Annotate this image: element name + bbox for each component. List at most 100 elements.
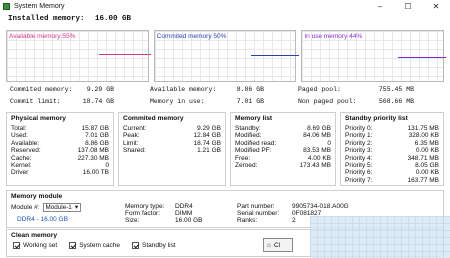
installed-memory-label: Installed memory: xyxy=(8,15,85,23)
memory-module-title: Memory module xyxy=(11,193,63,200)
stat-in-use-value: 7.01 GB xyxy=(236,98,264,105)
standby-row: Priority 0: 131.75 MB xyxy=(345,125,439,132)
memory-graphs: Available memory 55% Commited memory 50%… xyxy=(6,30,447,82)
broom-icon: ⌂ xyxy=(267,241,271,249)
standby-list-label: Standby list xyxy=(142,242,176,249)
size-value: 16.00 GB xyxy=(175,217,203,224)
stat-paged-pool-value: 755.45 MB xyxy=(378,86,414,93)
standby-priority-title: Standby priority list xyxy=(345,115,408,122)
stat-non-paged-pool-label: Non paged pool: xyxy=(298,98,357,105)
standby-row-value: 6.35 MB xyxy=(414,139,439,147)
close-button[interactable]: ✕ xyxy=(422,0,450,12)
standby-row-value: 131.75 MB xyxy=(407,125,439,132)
standby-row-value: 163.77 MB xyxy=(407,176,439,184)
physical-row: Cache: 227.30 MB xyxy=(11,155,109,162)
commited-row-label: Limit: xyxy=(123,139,139,147)
commited-row-label: Shared: xyxy=(123,147,146,155)
installed-memory: Installed memory: 16.00 GB xyxy=(8,15,131,23)
standby-row-value: 328.00 KB xyxy=(408,132,439,140)
memlist-row-label: Free: xyxy=(235,154,251,162)
physical-memory-panel: Physical memory Total: 15.87 GB Used: 7.01 … xyxy=(6,112,114,186)
module-select[interactable]: Module-1 ▾ xyxy=(42,203,81,212)
stat-available-value: 8.86 GB xyxy=(236,86,264,93)
standby-row-value: 348.71 MB xyxy=(407,154,439,162)
physical-row-value: 16.00 TB xyxy=(82,169,109,177)
memlist-row: Modified: 84.06 MB xyxy=(235,132,331,139)
graph-label-available: Available memory 55% xyxy=(9,33,76,40)
standby-row-label: Priority 7: xyxy=(345,176,373,184)
ranks-label: Ranks: xyxy=(237,217,258,224)
physical-row: Available: 8.86 GB xyxy=(11,140,109,147)
memlist-row: Standby: 8.69 GB xyxy=(235,125,331,132)
memlist-row-value: 84.06 MB xyxy=(303,132,331,140)
physical-row: Reserved: 137.08 MB xyxy=(11,147,109,154)
standby-row-label: Priority 4: xyxy=(345,154,373,162)
physical-row-label: Driver xyxy=(11,169,29,177)
working-set-label: Working set xyxy=(23,242,58,249)
memlist-row-label: Modified PF: xyxy=(235,147,272,155)
memlist-row-value: 4.00 KB xyxy=(307,154,331,162)
standby-row-label: Priority 1: xyxy=(345,132,373,140)
standby-row-value: 0.00 KB xyxy=(415,147,439,155)
available-memory-graph: Available memory 55% xyxy=(6,30,151,82)
commited-row-value: 1.21 GB xyxy=(197,147,221,155)
memlist-row-value: 173.43 MB xyxy=(299,161,331,169)
stat-commited-value: 9.29 GB xyxy=(86,86,114,93)
physical-row: Kernel: 0 xyxy=(11,162,109,169)
commited-row: Peak: 12.84 GB xyxy=(123,132,221,139)
in-use-graph-line xyxy=(398,57,447,58)
memory-type-value: DDR4 xyxy=(175,203,193,210)
physical-row-value: 7.01 GB xyxy=(85,132,109,140)
clean-button[interactable]: ⌂ Cl xyxy=(263,238,293,252)
memlist-row: Modified PF: 83.53 MB xyxy=(235,147,331,154)
module-number-label: Module #: xyxy=(11,204,40,211)
stat-commit-limit-label: Commit limit: xyxy=(10,98,61,105)
standby-row: Priority 3: 0.00 KB xyxy=(345,147,439,154)
stat-in-use-label: Memory in use: xyxy=(150,98,205,105)
physical-row: Total: 15.87 GB xyxy=(11,125,109,132)
working-set-checkbox[interactable]: Working set xyxy=(13,242,57,249)
maximize-button[interactable]: ☐ xyxy=(394,0,422,12)
system-cache-checkbox[interactable]: System cache xyxy=(69,242,120,249)
memlist-row: Free: 4.00 KB xyxy=(235,155,331,162)
memlist-row: Modified read: 0 xyxy=(235,140,331,147)
physical-row-label: Cache: xyxy=(11,154,32,162)
memlist-row-label: Standby: xyxy=(235,125,261,132)
standby-priority-panel: Standby priority list Priority 0: 131.75 … xyxy=(340,112,444,186)
minimize-button[interactable]: – xyxy=(366,0,394,12)
size-label: Size: xyxy=(125,217,140,224)
commited-row: Limit: 18.74 GB xyxy=(123,140,221,147)
memlist-row-value: 8.69 GB xyxy=(307,125,331,132)
physical-row: Driver 16.00 TB xyxy=(11,169,109,176)
commited-row-value: 18.74 GB xyxy=(193,139,221,147)
commited-row: Shared: 1.21 GB xyxy=(123,147,221,154)
commited-memory-title: Commited memory xyxy=(123,115,184,122)
standby-row: Priority 7: 163.77 MB xyxy=(345,177,439,184)
memory-type-label: Memory type: xyxy=(125,203,165,210)
standby-row: Priority 5: 8.05 GB xyxy=(345,162,439,169)
form-factor-label: Form factor: xyxy=(125,210,161,217)
window-title: System Memory xyxy=(14,2,65,10)
stat-non-paged-pool-value: 568.66 MB xyxy=(378,98,414,105)
part-number-label: Part number: xyxy=(237,203,275,210)
stat-paged-pool-label: Paged pool: xyxy=(298,86,341,93)
memlist-row: Zeroed: 173.43 MB xyxy=(235,162,331,169)
physical-row-label: Kernel: xyxy=(11,161,32,169)
clean-button-label: Cl xyxy=(273,241,281,249)
checkbox-box xyxy=(69,242,77,249)
system-cache-label: System cache xyxy=(79,242,121,249)
standby-list-checkbox[interactable]: Standby list xyxy=(132,242,176,249)
standby-row-label: Priority 5: xyxy=(345,161,373,169)
standby-row-label: Priority 6: xyxy=(345,169,373,177)
standby-row: Priority 4: 348.71 MB xyxy=(345,155,439,162)
standby-row: Priority 2: 6.35 MB xyxy=(345,140,439,147)
standby-row: Priority 1: 328.00 KB xyxy=(345,132,439,139)
installed-memory-value: 16.00 GB xyxy=(95,15,132,23)
commited-memory-graph: Commited memory 50% xyxy=(153,30,299,82)
graph-label-commited: Commited memory 50% xyxy=(156,33,227,40)
standby-row-label: Priority 0: xyxy=(345,125,373,132)
commited-row-value: 9.29 GB xyxy=(197,125,221,132)
physical-row: Used: 7.01 GB xyxy=(11,132,109,139)
available-graph-line xyxy=(99,54,151,55)
app-icon xyxy=(3,2,10,10)
